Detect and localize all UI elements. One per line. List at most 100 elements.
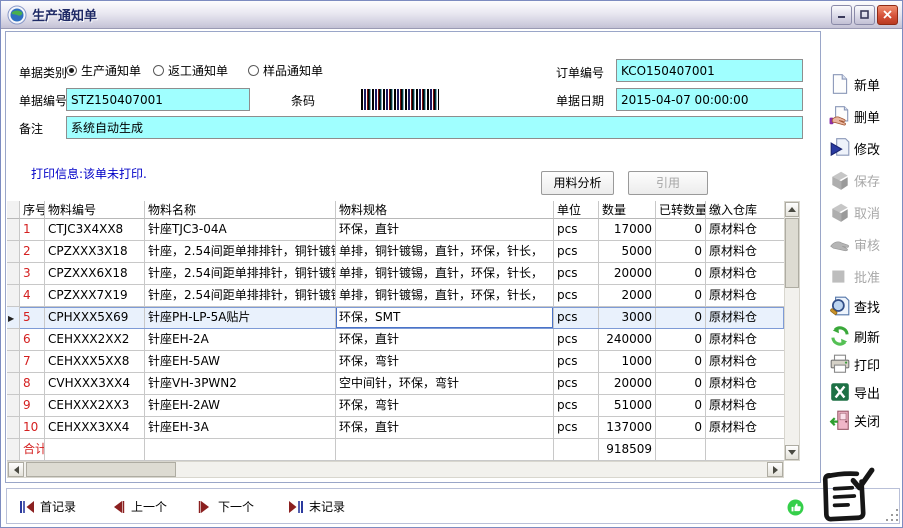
- cell-converted-qty[interactable]: 0: [656, 373, 706, 395]
- minimize-button[interactable]: [831, 5, 852, 25]
- cell-unit[interactable]: pcs: [554, 329, 599, 351]
- cell-warehouse[interactable]: 原材料仓: [706, 307, 784, 329]
- cell-warehouse[interactable]: 原材料仓: [706, 285, 784, 307]
- cell-material-code[interactable]: CEHXXX2XX3: [45, 395, 145, 417]
- cell-warehouse[interactable]: 原材料仓: [706, 263, 784, 285]
- cell-qty[interactable]: 20000: [599, 263, 656, 285]
- cell-material-spec[interactable]: 环保，直针: [336, 219, 554, 241]
- row-selector[interactable]: [7, 351, 20, 373]
- cell-material-name[interactable]: 针座EH-2AW: [145, 395, 336, 417]
- cell-qty[interactable]: 240000: [599, 329, 656, 351]
- cell-unit[interactable]: pcs: [554, 219, 599, 241]
- scroll-right-button[interactable]: [767, 462, 783, 477]
- table-row[interactable]: 8 CVHXXX3XX4 针座VH-3PWN2 空中间针，环保，弯针 pcs 2…: [7, 373, 784, 395]
- delete-doc-button[interactable]: 删单: [829, 105, 880, 127]
- table-row[interactable]: 7 CEHXXX5XX8 针座EH-5AW 环保，弯针 pcs 1000 0 原…: [7, 351, 784, 373]
- resize-grip[interactable]: [886, 509, 898, 521]
- table-row[interactable]: 9 CEHXXX2XX3 针座EH-2AW 环保，弯针 pcs 51000 0 …: [7, 395, 784, 417]
- next-record-button[interactable]: 下一个: [197, 498, 254, 515]
- cell-qty[interactable]: 20000: [599, 373, 656, 395]
- maximize-button[interactable]: [854, 5, 875, 25]
- cell-warehouse[interactable]: 原材料仓: [706, 219, 784, 241]
- cell-material-code[interactable]: CEHXXX3XX4: [45, 417, 145, 439]
- cell-material-name[interactable]: 针座EH-3A: [145, 417, 336, 439]
- scroll-down-button[interactable]: [785, 445, 799, 460]
- cell-warehouse[interactable]: 原材料仓: [706, 395, 784, 417]
- cell-material-name[interactable]: 针座，2.54间距单排排针，铜针镀锡，: [145, 241, 336, 263]
- cell-qty[interactable]: 17000: [599, 219, 656, 241]
- prev-record-button[interactable]: 上一个: [110, 498, 167, 515]
- cell-material-spec[interactable]: 单排，铜针镀锡，直针，环保，针长，: [336, 285, 554, 307]
- header-material-name[interactable]: 物料名称: [145, 201, 336, 219]
- cell-converted-qty[interactable]: 0: [656, 285, 706, 307]
- cell-unit[interactable]: pcs: [554, 417, 599, 439]
- header-qty[interactable]: 数量: [599, 201, 656, 219]
- table-row[interactable]: 3 CPZXXX6X18 针座，2.54间距单排排针，铜针镀锡， 单排，铜针镀锡…: [7, 263, 784, 285]
- refresh-button[interactable]: 刷新: [829, 325, 880, 347]
- cell-qty[interactable]: 1000: [599, 351, 656, 373]
- cell-unit[interactable]: pcs: [554, 241, 599, 263]
- header-seq[interactable]: 序号: [20, 201, 45, 219]
- cell-material-code[interactable]: CPZXXX6X18: [45, 263, 145, 285]
- cell-material-spec[interactable]: 单排，铜针镀锡，直针，环保，针长，: [336, 241, 554, 263]
- cell-warehouse[interactable]: 原材料仓: [706, 351, 784, 373]
- header-unit[interactable]: 单位: [554, 201, 599, 219]
- cell-material-name[interactable]: 针座PH-LP-5A贴片: [145, 307, 336, 329]
- cell-material-spec[interactable]: 单排，铜针镀锡，直针，环保，针长，: [336, 263, 554, 285]
- table-row[interactable]: 6 CEHXXX2XX2 针座EH-2A 环保，直针 pcs 240000 0 …: [7, 329, 784, 351]
- cell-material-name[interactable]: 针座TJC3-04A: [145, 219, 336, 241]
- cell-converted-qty[interactable]: 0: [656, 219, 706, 241]
- table-row[interactable]: 4 CPZXXX7X19 针座，2.54间距单排排针，铜针镀锡， 单排，铜针镀锡…: [7, 285, 784, 307]
- cell-material-code[interactable]: CEHXXX5XX8: [45, 351, 145, 373]
- cell-material-spec[interactable]: 环保，SMT: [336, 307, 554, 329]
- cell-material-code[interactable]: CEHXXX2XX2: [45, 329, 145, 351]
- close-button[interactable]: [877, 5, 898, 25]
- cell-material-code[interactable]: CPHXXX5X69: [45, 307, 145, 329]
- cell-material-name[interactable]: 针座EH-2A: [145, 329, 336, 351]
- row-selector[interactable]: [7, 417, 20, 439]
- row-selector[interactable]: [7, 373, 20, 395]
- cell-unit[interactable]: pcs: [554, 373, 599, 395]
- table-row[interactable]: 5 CPHXXX5X69 针座PH-LP-5A贴片 环保，SMT pcs 300…: [7, 307, 784, 329]
- row-selector[interactable]: [7, 263, 20, 285]
- cell-qty[interactable]: 2000: [599, 285, 656, 307]
- print-button[interactable]: 打印: [829, 353, 880, 375]
- last-record-button[interactable]: 末记录: [288, 498, 345, 515]
- cell-warehouse[interactable]: 原材料仓: [706, 417, 784, 439]
- header-material-code[interactable]: 物料编号: [45, 201, 145, 219]
- row-selector[interactable]: [7, 219, 20, 241]
- cell-material-name[interactable]: 针座，2.54间距单排排针，铜针镀锡，: [145, 263, 336, 285]
- row-selector[interactable]: [7, 241, 20, 263]
- cell-material-code[interactable]: CTJC3X4XX8: [45, 219, 145, 241]
- scroll-left-button[interactable]: [8, 462, 24, 477]
- table-row[interactable]: 1 CTJC3X4XX8 针座TJC3-04A 环保，直针 pcs 17000 …: [7, 219, 784, 241]
- cell-material-spec[interactable]: 环保，弯针: [336, 395, 554, 417]
- cell-converted-qty[interactable]: 0: [656, 417, 706, 439]
- doc-no-field[interactable]: [66, 88, 250, 111]
- status-thumb-icon[interactable]: [787, 499, 804, 516]
- row-selector[interactable]: [7, 285, 20, 307]
- cell-converted-qty[interactable]: 0: [656, 329, 706, 351]
- cell-qty[interactable]: 5000: [599, 241, 656, 263]
- cell-warehouse[interactable]: 原材料仓: [706, 329, 784, 351]
- cell-material-spec[interactable]: 空中间针，环保，弯针: [336, 373, 554, 395]
- table-vertical-scrollbar[interactable]: [784, 201, 800, 461]
- cell-material-name[interactable]: 针座EH-5AW: [145, 351, 336, 373]
- cell-qty[interactable]: 3000: [599, 307, 656, 329]
- scroll-up-button[interactable]: [785, 202, 799, 217]
- cell-material-name[interactable]: 针座，2.54间距单排排针，铜针镀锡，: [145, 285, 336, 307]
- find-button[interactable]: 查找: [829, 295, 880, 317]
- cell-unit[interactable]: pcs: [554, 307, 599, 329]
- material-analysis-button[interactable]: 用料分析: [541, 171, 614, 195]
- new-doc-button[interactable]: 新单: [829, 73, 880, 95]
- header-material-spec[interactable]: 物料规格: [336, 201, 554, 219]
- radio-rework-notice[interactable]: 返工通知单: [153, 62, 228, 79]
- cell-converted-qty[interactable]: 0: [656, 263, 706, 285]
- table-horizontal-scrollbar[interactable]: [7, 461, 784, 478]
- horizontal-scroll-thumb[interactable]: [26, 462, 176, 477]
- cell-converted-qty[interactable]: 0: [656, 307, 706, 329]
- cell-material-code[interactable]: CPZXXX7X19: [45, 285, 145, 307]
- cell-converted-qty[interactable]: 0: [656, 241, 706, 263]
- cell-qty[interactable]: 137000: [599, 417, 656, 439]
- cell-converted-qty[interactable]: 0: [656, 395, 706, 417]
